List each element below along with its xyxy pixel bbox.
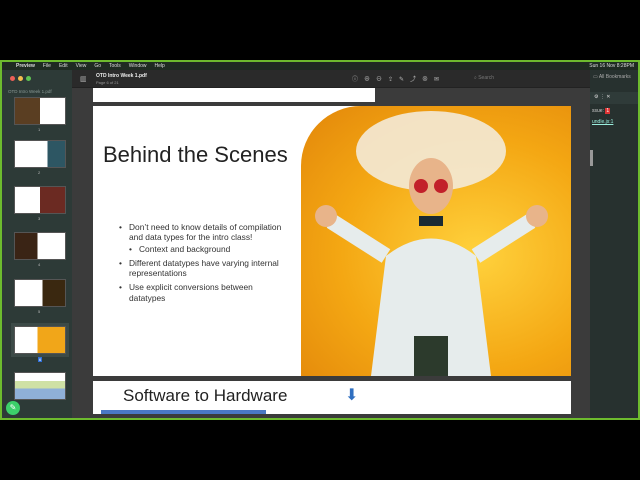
page-number: 4 bbox=[38, 262, 41, 267]
scrollbar[interactable] bbox=[590, 150, 593, 166]
page-number: 5 bbox=[38, 309, 41, 314]
menu-help[interactable]: Help bbox=[155, 63, 165, 69]
diagram-bar bbox=[101, 410, 266, 414]
page-number: 3 bbox=[38, 216, 41, 221]
screen-frame: Preview File Edit View Go Tools Window H… bbox=[0, 60, 640, 420]
slide-page: Behind the Scenes Don’t need to know det… bbox=[93, 106, 571, 376]
issues-label: ssue: bbox=[592, 108, 604, 114]
close-icon[interactable]: ✕ bbox=[606, 94, 610, 100]
issues-badge: 1 bbox=[605, 108, 611, 114]
issues-counter[interactable]: ssue: 1 bbox=[592, 108, 611, 114]
page-thumbnail[interactable] bbox=[14, 372, 66, 400]
devtools-panel: ▭ All Bookmarks ⚙ ⋮ ✕ ssue: 1 undle.js:1 bbox=[590, 70, 638, 418]
clock[interactable]: Sun 16 Nov 8:28PM bbox=[589, 63, 634, 69]
page-number: 1 bbox=[38, 127, 41, 132]
search-placeholder: Search bbox=[478, 75, 495, 81]
window-controls bbox=[10, 76, 31, 81]
menu-go[interactable]: Go bbox=[94, 63, 101, 69]
next-slide-page: Software to Hardware ⬇ bbox=[93, 381, 571, 414]
menu-edit[interactable]: Edit bbox=[59, 63, 68, 69]
devtools-header: ⚙ ⋮ ✕ bbox=[590, 92, 638, 104]
page-thumbnail[interactable] bbox=[14, 279, 66, 307]
sub-bullet: Context and background bbox=[119, 244, 289, 255]
menu-view[interactable]: View bbox=[76, 63, 87, 69]
next-slide-title: Software to Hardware bbox=[123, 386, 288, 405]
thumbnail-sidebar: OTD Intro Week 1.pdf 1 2 3 4 5 6 ✎ bbox=[2, 70, 72, 418]
bookmarks-label: All Bookmarks bbox=[598, 74, 631, 80]
toolbar: ▥ OTD Intro Week 1.pdf Page 6 of 21 ⓘ⊕⊖⇪… bbox=[72, 70, 590, 88]
page-indicator: Page 6 of 21 bbox=[96, 80, 119, 85]
source-link[interactable]: undle.js:1 bbox=[592, 119, 613, 125]
minimize-button[interactable] bbox=[18, 76, 23, 81]
edit-fab-button[interactable]: ✎ bbox=[6, 401, 20, 415]
menu-file[interactable]: File bbox=[43, 63, 51, 69]
page-thumbnail-selected[interactable] bbox=[14, 326, 66, 354]
bookmarks-bar[interactable]: ▭ All Bookmarks bbox=[590, 70, 638, 84]
slide-title: Behind the Scenes bbox=[103, 142, 288, 167]
sidebar-title: OTD Intro Week 1.pdf bbox=[8, 89, 52, 94]
toolbar-icons[interactable]: ⓘ⊕⊖⇪✎⤴⊗✉ bbox=[352, 74, 445, 83]
mad-scientist-image bbox=[301, 106, 571, 376]
menu-tools[interactable]: Tools bbox=[109, 63, 121, 69]
page-thumbnail[interactable] bbox=[14, 186, 66, 214]
previous-page bbox=[93, 88, 375, 102]
bullet: Different datatypes have varying interna… bbox=[119, 258, 289, 279]
document-area: Behind the Scenes Don’t need to know det… bbox=[72, 88, 590, 418]
menu-app[interactable]: Preview bbox=[16, 63, 35, 69]
page-number-selected: 6 bbox=[38, 357, 43, 362]
search-field[interactable]: ⌕ Search bbox=[474, 75, 494, 81]
down-arrow-icon: ⬇ bbox=[345, 387, 359, 404]
menu-bar: Preview File Edit View Go Tools Window H… bbox=[2, 62, 638, 70]
sidebar-toggle-icon[interactable]: ▥ bbox=[80, 75, 87, 83]
page-number: 2 bbox=[38, 170, 41, 175]
close-button[interactable] bbox=[10, 76, 15, 81]
bullet: Don’t need to know details of compilatio… bbox=[119, 222, 289, 243]
menu-window[interactable]: Window bbox=[129, 63, 147, 69]
page-thumbnail[interactable] bbox=[14, 97, 66, 125]
bullet: Use explicit conversions between datatyp… bbox=[119, 282, 289, 303]
settings-icon[interactable]: ⚙ bbox=[594, 94, 598, 100]
document-title: OTD Intro Week 1.pdf bbox=[96, 73, 147, 79]
page-thumbnail[interactable] bbox=[14, 232, 66, 260]
page-thumbnail[interactable] bbox=[14, 140, 66, 168]
bullet-list: Don’t need to know details of compilatio… bbox=[119, 222, 289, 307]
zoom-button[interactable] bbox=[26, 76, 31, 81]
